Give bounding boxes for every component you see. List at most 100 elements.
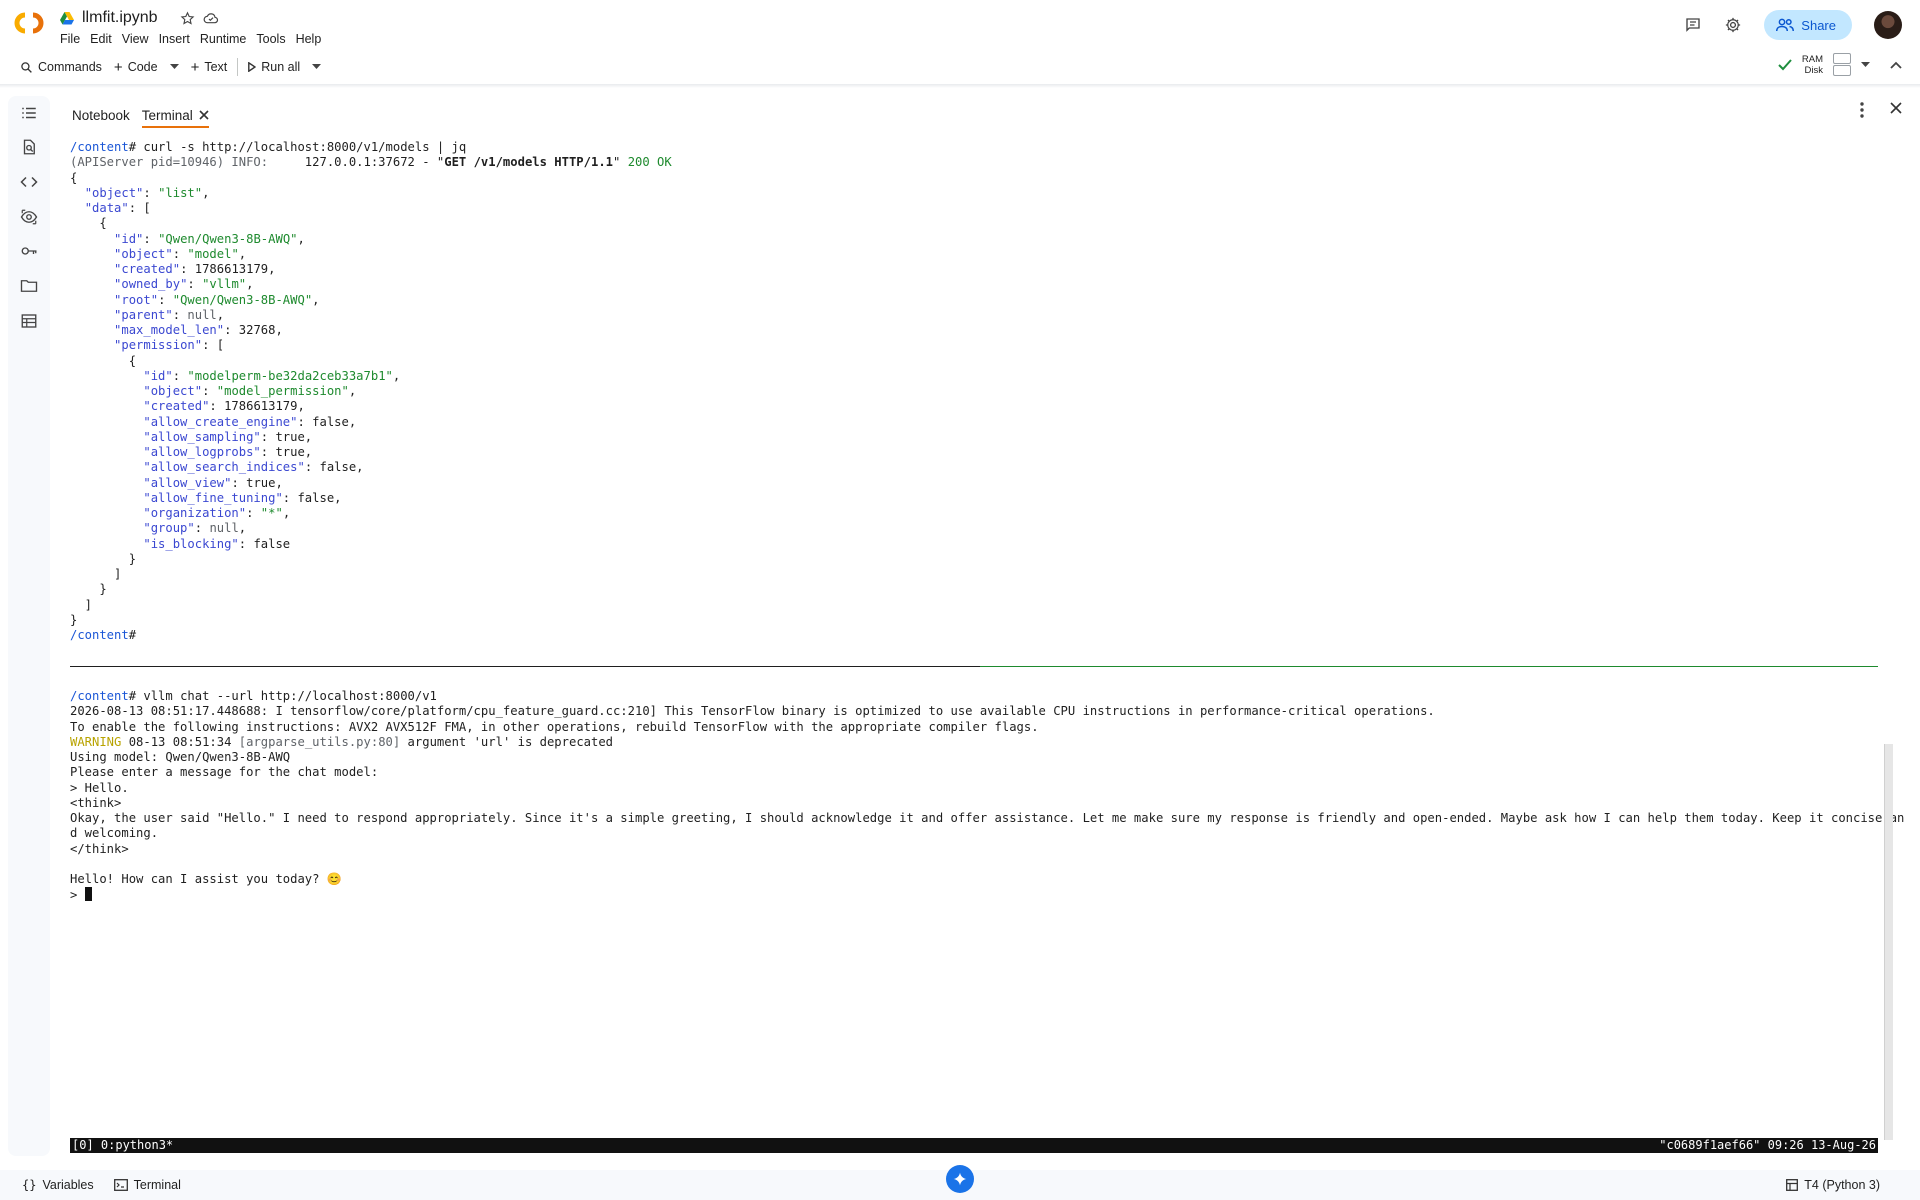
terminal-line: "allow_create_engine": false, — [70, 415, 356, 430]
tab-terminal[interactable]: Terminal — [141, 104, 209, 128]
left-sidebar — [8, 96, 50, 1156]
commands-button[interactable]: Commands — [14, 54, 108, 80]
terminal-scrollbar[interactable] — [1884, 744, 1893, 1140]
menu-insert[interactable]: Insert — [159, 32, 197, 46]
comments-icon[interactable] — [1684, 16, 1702, 34]
terminal-text: "vllm" — [202, 277, 247, 291]
resource-meters[interactable] — [1833, 52, 1851, 77]
terminal-line: "created": 1786613179, — [70, 262, 275, 277]
tab-notebook[interactable]: Notebook — [72, 104, 130, 126]
user-avatar[interactable] — [1874, 11, 1902, 39]
terminal-text: > — [70, 888, 85, 902]
variables-inspector-icon[interactable] — [20, 208, 38, 226]
table-of-contents-icon[interactable] — [20, 104, 38, 122]
terminal-text: , — [348, 384, 357, 398]
terminal-text: "id" — [143, 369, 173, 383]
star-icon[interactable] — [180, 11, 195, 26]
terminal-line: "object": "model", — [70, 247, 246, 262]
chevron-up-icon[interactable] — [1890, 61, 1902, 69]
gemini-sparkle-button[interactable] — [946, 1165, 974, 1193]
runtime-status[interactable]: T4 (Python 3) — [1786, 1178, 1880, 1192]
drive-icon — [60, 11, 74, 25]
terminal-text: " — [613, 155, 628, 169]
terminal-text: : — [202, 384, 217, 398]
panel-actions — [1860, 102, 1902, 118]
terminal-line: Please enter a message for the chat mode… — [70, 765, 378, 780]
settings-gear-icon[interactable] — [1724, 16, 1742, 34]
panel-tabs: Notebook Terminal — [72, 104, 209, 128]
ram-meter — [1833, 53, 1851, 64]
share-button[interactable]: Share — [1764, 10, 1852, 40]
notebook-title[interactable]: llmfit.ipynb — [82, 9, 158, 27]
terminal-text: "allow_view" — [143, 476, 232, 490]
run-all-button[interactable]: Run all — [242, 54, 306, 80]
terminal-text: "modelperm-be32da2ceb33a7b1" — [187, 369, 393, 383]
more-vert-icon[interactable] — [1860, 102, 1864, 118]
terminal-text: "created" — [114, 262, 181, 276]
menu-file[interactable]: File — [60, 32, 87, 46]
terminal-text: "allow_fine_tuning" — [143, 491, 283, 505]
terminal-text: : true, — [231, 476, 283, 490]
terminal-text: argument 'url' is deprecated — [400, 735, 614, 749]
bottom-bar-left: {} Variables Terminal — [22, 1178, 181, 1192]
variables-button[interactable]: {} Variables — [22, 1178, 94, 1192]
terminal-button[interactable]: Terminal — [113, 1178, 181, 1192]
menu-tools[interactable]: Tools — [256, 32, 292, 46]
secrets-key-icon[interactable] — [20, 242, 38, 260]
menu-runtime[interactable]: Runtime — [200, 32, 254, 46]
terminal-text: : 32768, — [224, 323, 283, 337]
files-folder-icon[interactable] — [20, 277, 38, 295]
find-replace-icon[interactable] — [20, 138, 38, 156]
ram-label: RAM — [1801, 53, 1823, 65]
toolbar-shadow — [0, 84, 1920, 88]
plus-icon: + — [190, 58, 200, 76]
tmux-window-list: [0] 0:python3* — [72, 1138, 174, 1152]
terminal-line: "parent": null, — [70, 308, 224, 323]
terminal-text: : true, — [260, 430, 313, 444]
run-all-dropdown-button[interactable] — [306, 54, 327, 80]
terminal-label: Terminal — [133, 1178, 181, 1192]
code-dropdown-button[interactable] — [164, 54, 185, 80]
terminal-text: : — [172, 308, 188, 322]
menu-edit[interactable]: Edit — [90, 32, 119, 46]
add-code-button[interactable]: + Code — [108, 54, 164, 80]
terminal-text: , — [202, 186, 210, 200]
code-snippets-icon[interactable] — [20, 173, 38, 191]
terminal-text: WARNING — [70, 735, 122, 749]
terminal-text: : — [246, 506, 261, 520]
terminal-line: /content# vllm chat --url http://localho… — [70, 689, 437, 704]
braces-icon: {} — [22, 1178, 37, 1192]
tab-notebook-label: Notebook — [72, 107, 130, 123]
tmux-pane-divider — [70, 666, 980, 667]
terminal-text: "data" — [84, 201, 129, 215]
terminal-text: "model_permission" — [216, 384, 349, 398]
disk-label: Disk — [1804, 64, 1823, 76]
resource-labels[interactable]: RAM Disk — [1802, 54, 1823, 76]
menu-view[interactable]: View — [122, 32, 156, 46]
close-panel-icon[interactable] — [1890, 102, 1902, 118]
add-text-button[interactable]: + Text — [185, 54, 234, 80]
terminal-line: "id": "Qwen/Qwen3-8B-AWQ", — [70, 232, 305, 247]
terminal-text: "allow_create_engine" — [143, 415, 298, 429]
colab-logo-icon[interactable] — [12, 10, 46, 36]
terminal-text: /content — [70, 140, 129, 154]
close-tab-icon[interactable] — [199, 110, 209, 120]
data-table-icon[interactable] — [20, 312, 38, 330]
terminal-line: "data": [ — [70, 201, 151, 216]
terminal-output[interactable]: /content# curl -s http://localhost:8000/… — [70, 134, 1904, 1154]
terminal-text: "object" — [84, 186, 144, 200]
menu-help[interactable]: Help — [296, 32, 329, 46]
terminal-text: # vllm chat --url http://localhost:8000/… — [128, 689, 437, 703]
caret-down-icon[interactable] — [1861, 61, 1870, 68]
terminal-text: "id" — [114, 232, 144, 246]
terminal-text: > Hello. — [70, 781, 129, 795]
cloud-saved-icon[interactable] — [203, 11, 219, 25]
